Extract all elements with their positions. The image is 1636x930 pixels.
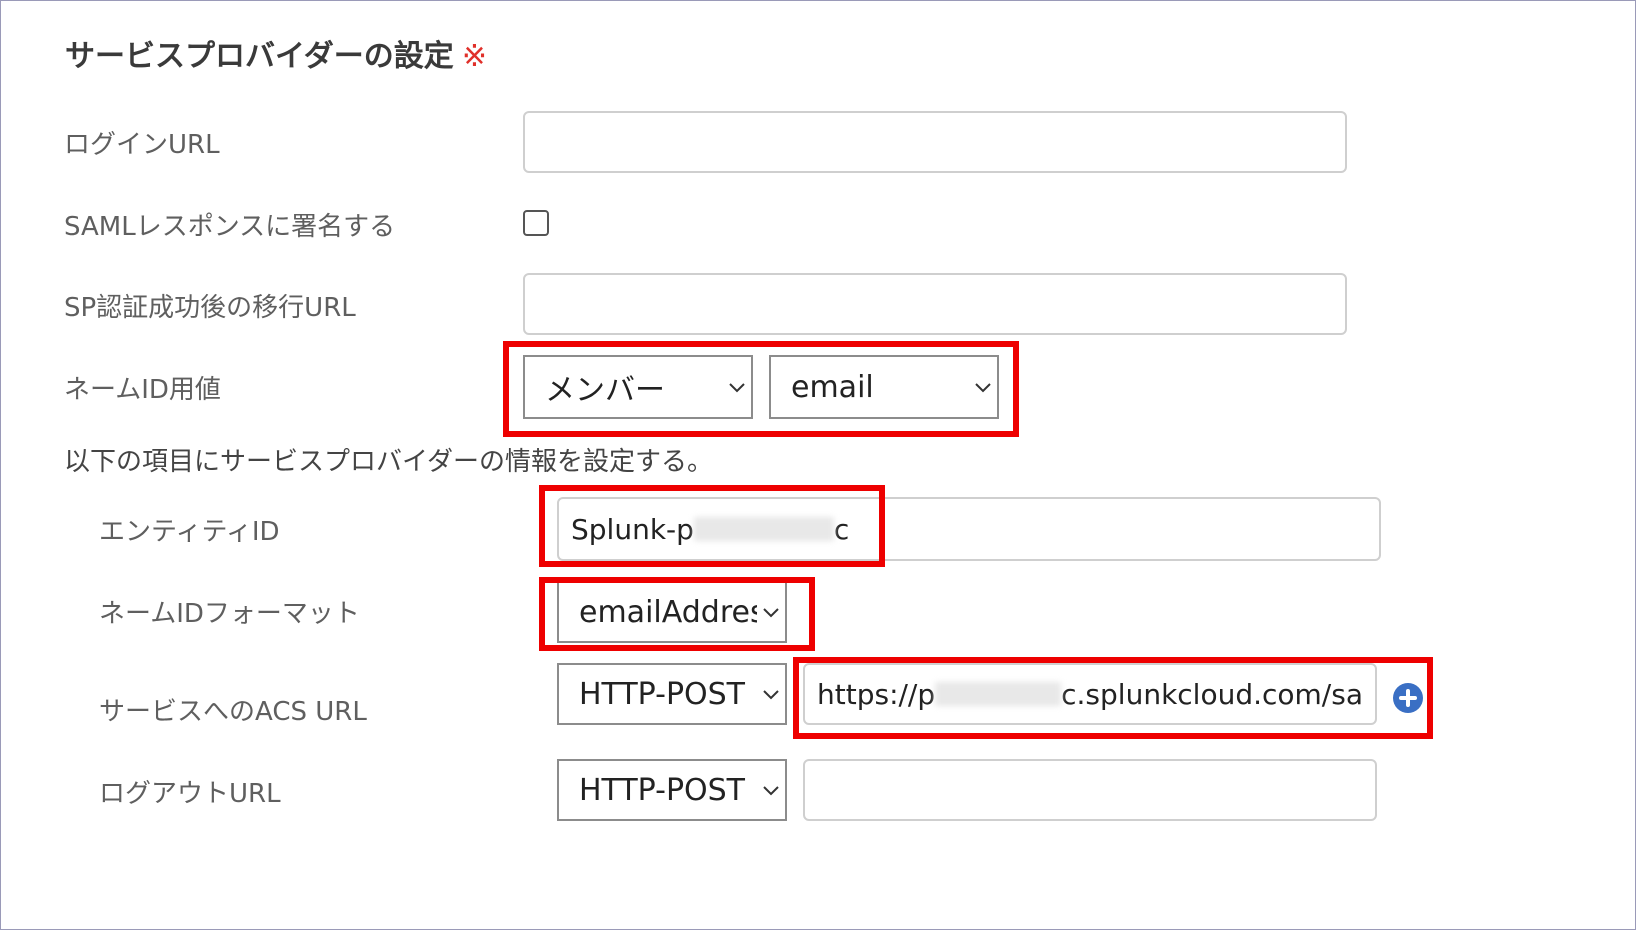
acs-binding-value: HTTP-POST	[579, 676, 746, 712]
login-url-input[interactable]	[523, 111, 1347, 173]
entity-id-label: エンティティID	[99, 517, 280, 547]
chevron-down-icon	[757, 606, 785, 618]
entity-id-value-end: c	[833, 512, 850, 546]
acs-url-input[interactable]: https://p c.splunkcloud.com/sa	[803, 663, 1377, 725]
name-id-format-select[interactable]: emailAddress	[557, 581, 787, 643]
logout-url-label: ログアウトURL	[99, 779, 281, 809]
name-id-source-value: メンバー	[545, 373, 665, 408]
redacted-blur	[935, 682, 1062, 706]
sp-info-note: 以下の項目にサービスプロバイダーの情報を設定する。	[64, 447, 713, 477]
sp-redirect-url-input[interactable]	[523, 273, 1347, 335]
entity-id-value-start: Splunk-p	[571, 512, 694, 546]
name-id-format-value: emailAddress	[579, 594, 757, 630]
name-id-value-label: ネームID用値	[64, 375, 221, 405]
saml-sign-checkbox[interactable]	[523, 210, 549, 236]
plus-circle-icon	[1399, 689, 1417, 707]
sp-redirect-url-label: SP認証成功後の移行URL	[64, 293, 356, 323]
chevron-down-icon	[757, 688, 785, 700]
name-id-attr-value: email	[791, 369, 874, 405]
saml-sign-label: SAMLレスポンスに署名する	[64, 212, 396, 242]
logout-binding-select[interactable]: HTTP-POST	[557, 759, 787, 821]
name-id-attr-select[interactable]: email	[769, 355, 999, 419]
logout-binding-value: HTTP-POST	[579, 772, 746, 808]
add-acs-url-button[interactable]	[1393, 683, 1423, 713]
acs-url-label: サービスへのACS URL	[99, 697, 367, 727]
section-title-text: サービスプロバイダーの設定	[65, 39, 454, 74]
name-id-format-label: ネームIDフォーマット	[99, 599, 360, 629]
entity-id-input[interactable]: Splunk-p c	[557, 497, 1381, 561]
required-mark: ※	[461, 39, 487, 74]
acs-url-value-end: c.splunkcloud.com/sa	[1061, 677, 1363, 711]
acs-binding-select[interactable]: HTTP-POST	[557, 663, 787, 725]
name-id-source-select[interactable]: メンバー	[523, 355, 753, 419]
chevron-down-icon	[969, 381, 997, 393]
section-title: サービスプロバイダーの設定 ※	[65, 31, 487, 75]
sp-settings-panel: サービスプロバイダーの設定 ※ ログインURL SAMLレスポンスに署名する SP…	[0, 0, 1636, 930]
redacted-blur	[693, 517, 834, 541]
chevron-down-icon	[723, 381, 751, 393]
logout-url-input[interactable]	[803, 759, 1377, 821]
chevron-down-icon	[757, 784, 785, 796]
acs-url-value-start: https://p	[817, 677, 936, 711]
login-url-label: ログインURL	[64, 130, 220, 160]
